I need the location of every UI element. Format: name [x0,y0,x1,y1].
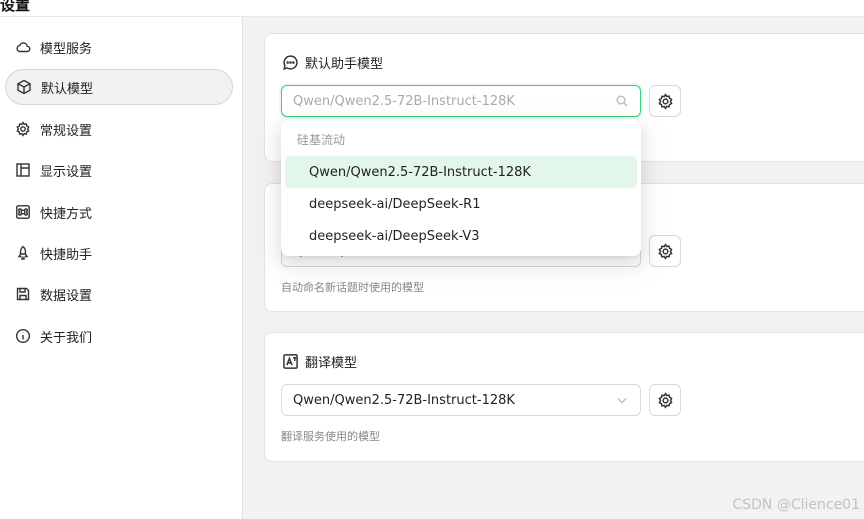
save-icon [14,285,32,303]
window-title: 设置 [0,0,31,14]
card-title-text: 翻译模型 [305,356,358,371]
sidebar-item-about-us[interactable]: 关于我们 [5,318,233,354]
topic-naming-model-settings-button[interactable] [649,235,681,267]
settings-main: 默认助手模型 Qwen/Qwen2.5-72B-Instruct-128K Qw… [244,17,864,519]
gear-icon [657,391,674,409]
sidebar-item-label: 模型服务 [40,41,93,57]
sidebar-item-display-settings[interactable]: 显示设置 [5,152,233,188]
translate-model-select[interactable]: Qwen/Qwen2.5-72B-Instruct-128K [281,384,641,416]
dropdown-option[interactable]: deepseek-ai/DeepSeek-R1 [285,188,637,220]
dropdown-option[interactable]: deepseek-ai/DeepSeek-V3 [285,220,637,252]
default-assistant-model-select[interactable]: Qwen/Qwen2.5-72B-Instruct-128K [281,85,641,117]
sidebar-item-label: 默认模型 [41,81,94,97]
sidebar-item-model-service[interactable]: 模型服务 [5,29,233,65]
sidebar-item-data-settings[interactable]: 数据设置 [5,276,233,312]
sidebar-item-quick-assistant[interactable]: 快捷助手 [5,235,233,271]
translate-model-card: 翻译模型 Qwen/Qwen2.5-72B-Instruct-128K 翻译服务… [264,332,864,462]
sidebar-item-label: 数据设置 [40,288,93,304]
info-icon [14,327,32,345]
translate-model-settings-button[interactable] [649,384,681,416]
gear-icon [657,242,674,260]
model-dropdown-menu: 硅基流动 Qwen/Qwen2.5-72B-Instruct-128K deep… [281,120,641,256]
gear-icon [657,92,674,110]
translate-icon [281,353,299,371]
sidebar-item-label: 常规设置 [40,123,93,139]
sidebar-item-general-settings[interactable]: 常规设置 [5,111,233,147]
select-value: Qwen/Qwen2.5-72B-Instruct-128K [293,93,515,109]
card-hint: 翻译服务使用的模型 [281,430,380,443]
sidebar-item-default-model[interactable]: 默认模型 [5,69,233,105]
sidebar-item-shortcuts[interactable]: 快捷方式 [5,194,233,230]
gear-icon [14,120,32,138]
settings-sidebar: 模型服务 默认模型 常规设置 显示设置 快捷方式 快捷助手 数据设置 关于我们 [0,17,243,519]
sidebar-item-label: 快捷助手 [40,247,93,263]
sidebar-item-label: 关于我们 [40,330,93,346]
dropdown-group-label: 硅基流动 [297,133,346,147]
command-icon [14,203,32,221]
dropdown-option[interactable]: Qwen/Qwen2.5-72B-Instruct-128K [285,156,637,188]
search-icon [615,94,629,108]
sidebar-item-label: 快捷方式 [40,206,93,222]
card-hint: 自动命名新话题时使用的模型 [281,281,424,294]
card-title: 翻译模型 [281,352,357,371]
sidebar-item-label: 显示设置 [40,164,93,180]
card-title-text: 默认助手模型 [305,57,384,72]
chat-bubble-icon [281,54,299,72]
layout-icon [14,161,32,179]
rocket-icon [14,244,32,262]
card-title: 默认助手模型 [281,53,383,72]
watermark: CSDN @Clience01 [732,497,860,513]
default-assistant-model-settings-button[interactable] [649,85,681,117]
select-value: Qwen/Qwen2.5-72B-Instruct-128K [293,392,515,408]
cube-icon [15,78,33,96]
chevron-down-icon [615,393,629,407]
window-titlebar: 设置 [0,0,864,17]
cloud-icon [14,38,32,56]
